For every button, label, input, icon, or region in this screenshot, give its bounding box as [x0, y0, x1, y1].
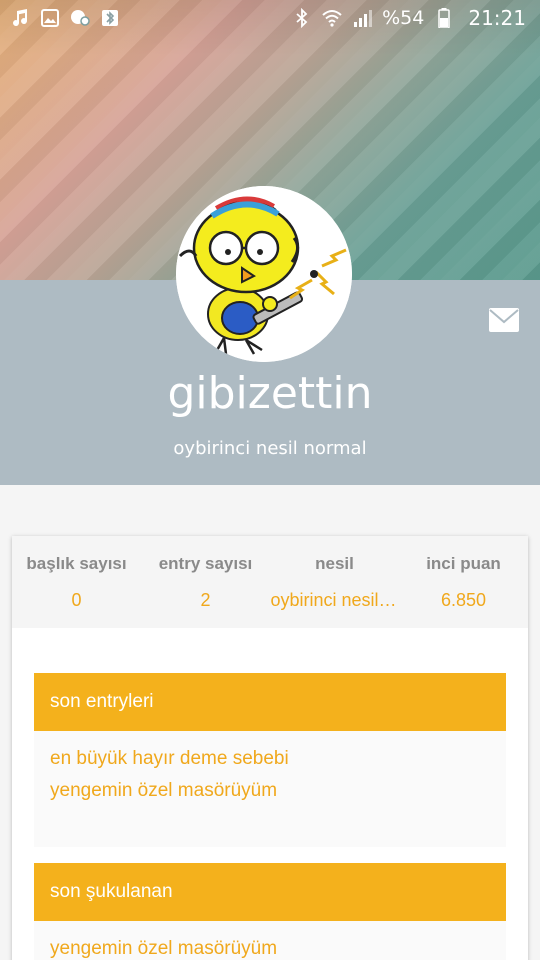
- stat-topic-count: başlık sayısı 0: [12, 536, 141, 628]
- mail-icon: [489, 308, 519, 332]
- generation-label: oybirinci nesil normal: [173, 438, 367, 459]
- image-icon: [40, 8, 60, 28]
- section-body: en büyük hayır deme sebebi yengemin özel…: [34, 731, 506, 847]
- entry-link[interactable]: yengemin özel masörüyüm: [50, 775, 490, 807]
- stat-label: başlık sayısı: [26, 554, 127, 573]
- recent-entries-section: son entryleri en büyük hayır deme sebebi…: [34, 673, 506, 847]
- stat-label: nesil: [315, 554, 354, 573]
- music-icon: [10, 8, 30, 28]
- stat-value: 6.850: [440, 590, 487, 610]
- stat-entry-count: entry sayısı 2: [141, 536, 270, 628]
- profile-card: başlık sayısı 0 entry sayısı 2 nesil oyb…: [12, 536, 528, 960]
- message-button[interactable]: [488, 307, 520, 333]
- recent-likes-section: son şukulanan yengemin özel masörüyüm: [34, 863, 506, 960]
- avatar[interactable]: [176, 186, 352, 362]
- avatar-image: [176, 186, 352, 362]
- wifi-icon: [322, 8, 342, 28]
- stat-value: 0: [71, 590, 82, 610]
- stat-label: entry sayısı: [158, 554, 253, 573]
- battery-icon: [434, 8, 454, 28]
- bluetooth-icon: [100, 8, 120, 28]
- stat-value: 2: [200, 590, 211, 610]
- chat-icon: [70, 8, 90, 28]
- entry-link[interactable]: en büyük hayır deme sebebi: [50, 743, 490, 775]
- status-bar: %54 21:21: [0, 0, 540, 36]
- signal-icon: [352, 8, 373, 28]
- section-body: yengemin özel masörüyüm: [34, 921, 506, 960]
- bluetooth-icon: [292, 8, 312, 28]
- stat-value: oybirinci nesil normal: [270, 590, 399, 610]
- section-header: son şukulanan: [34, 863, 506, 921]
- section-header: son entryleri: [34, 673, 506, 731]
- battery-percent: %54: [382, 7, 425, 29]
- stat-label: inci puan: [426, 554, 501, 573]
- stat-generation: nesil oybirinci nesil normal: [270, 536, 399, 628]
- username: gibizettin: [167, 368, 373, 419]
- stats-row: başlık sayısı 0 entry sayısı 2 nesil oyb…: [12, 536, 528, 628]
- stat-pearl-points: inci puan 6.850: [399, 536, 528, 628]
- entry-link[interactable]: yengemin özel masörüyüm: [50, 933, 490, 960]
- clock: 21:21: [468, 6, 526, 30]
